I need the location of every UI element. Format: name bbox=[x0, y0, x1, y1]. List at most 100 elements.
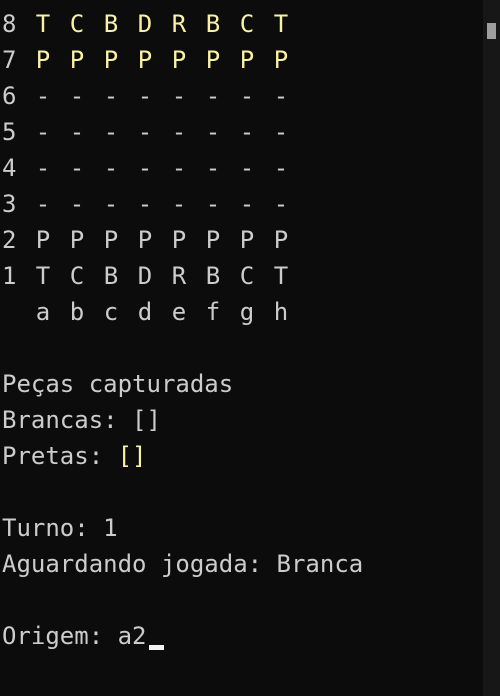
board-empty-square: - bbox=[239, 154, 255, 182]
captured-heading: Peças capturadas bbox=[2, 370, 234, 398]
rank-label: 6 bbox=[2, 82, 17, 110]
board-piece: P bbox=[205, 226, 221, 254]
board-empty-square: - bbox=[171, 82, 187, 110]
board-empty-square: - bbox=[69, 154, 85, 182]
board-empty-square: - bbox=[35, 154, 51, 182]
captured-white-line: Brancas: [] bbox=[2, 402, 482, 438]
board-empty-square: - bbox=[239, 118, 255, 146]
board-empty-square: - bbox=[103, 154, 119, 182]
board-piece: T bbox=[273, 262, 289, 290]
board-piece: D bbox=[137, 10, 153, 38]
board-empty-square: - bbox=[171, 190, 187, 218]
rank-label: 7 bbox=[2, 46, 17, 74]
board-piece: P bbox=[35, 46, 51, 74]
board-piece: P bbox=[103, 46, 119, 74]
file-label: g bbox=[239, 298, 255, 326]
board-piece: P bbox=[171, 226, 187, 254]
file-label: d bbox=[137, 298, 153, 326]
board-piece: P bbox=[35, 226, 51, 254]
prompt-input-value[interactable]: a2 bbox=[118, 622, 147, 650]
board-piece: C bbox=[69, 262, 85, 290]
rank-label: 5 bbox=[2, 118, 17, 146]
file-label: f bbox=[205, 298, 221, 326]
board-piece: B bbox=[103, 262, 119, 290]
rank-label: 8 bbox=[2, 10, 17, 38]
text-cursor bbox=[148, 645, 164, 650]
board-piece: P bbox=[273, 226, 289, 254]
board-file-labels: abcdefgh bbox=[2, 294, 482, 330]
board-empty-square: - bbox=[273, 154, 289, 182]
board-empty-square: - bbox=[137, 118, 153, 146]
board-piece: T bbox=[35, 10, 51, 38]
board-empty-square: - bbox=[171, 154, 187, 182]
board-piece: T bbox=[35, 262, 51, 290]
captured-white-list: [] bbox=[132, 406, 161, 434]
board-piece: R bbox=[171, 262, 187, 290]
board-rank-row: 7PPPPPPPP bbox=[2, 42, 482, 78]
terminal-output: 8TCBDRBCT7PPPPPPPP6--------5--------4---… bbox=[2, 6, 482, 654]
board-empty-square: - bbox=[35, 82, 51, 110]
board-rank-row: 5-------- bbox=[2, 114, 482, 150]
board-empty-square: - bbox=[35, 118, 51, 146]
board-empty-square: - bbox=[205, 82, 221, 110]
board-piece: P bbox=[205, 46, 221, 74]
board-piece: P bbox=[239, 46, 255, 74]
board-piece: P bbox=[69, 226, 85, 254]
captured-black-label: Pretas: bbox=[2, 442, 118, 470]
board-empty-square: - bbox=[273, 82, 289, 110]
board-piece: D bbox=[137, 262, 153, 290]
board-empty-square: - bbox=[69, 82, 85, 110]
board-empty-square: - bbox=[137, 154, 153, 182]
board-rank-row: 2PPPPPPPP bbox=[2, 222, 482, 258]
board-empty-square: - bbox=[205, 190, 221, 218]
board-piece: B bbox=[103, 10, 119, 38]
board-empty-square: - bbox=[137, 82, 153, 110]
captured-black-list: [] bbox=[117, 442, 147, 470]
vertical-scrollbar[interactable] bbox=[483, 0, 500, 696]
board-rank-row: 4-------- bbox=[2, 150, 482, 186]
board-empty-square: - bbox=[171, 118, 187, 146]
scrollbar-thumb[interactable] bbox=[487, 23, 496, 39]
rank-label: 1 bbox=[2, 262, 17, 290]
turn-status: Turno: 1 bbox=[2, 514, 118, 542]
file-label: b bbox=[69, 298, 85, 326]
board-empty-square: - bbox=[103, 118, 119, 146]
board-empty-square: - bbox=[103, 82, 119, 110]
board-empty-square: - bbox=[239, 82, 255, 110]
board-piece: P bbox=[137, 46, 153, 74]
file-label: c bbox=[103, 298, 119, 326]
prompt-label: Origem: bbox=[2, 622, 118, 650]
board-piece: C bbox=[239, 262, 255, 290]
file-label: a bbox=[35, 298, 51, 326]
board-empty-square: - bbox=[69, 118, 85, 146]
captured-white-label: Brancas: bbox=[2, 406, 133, 434]
board-rank-row: 3-------- bbox=[2, 186, 482, 222]
board-empty-square: - bbox=[205, 118, 221, 146]
board-empty-square: - bbox=[69, 190, 85, 218]
board-piece: P bbox=[273, 46, 289, 74]
board-rank-row: 6-------- bbox=[2, 78, 482, 114]
board-piece: P bbox=[239, 226, 255, 254]
input-prompt[interactable]: Origem: a2 bbox=[2, 618, 482, 654]
board-piece: C bbox=[69, 10, 85, 38]
board-piece: B bbox=[205, 10, 221, 38]
file-label: h bbox=[273, 298, 289, 326]
board-rank-row: 1TCBDRBCT bbox=[2, 258, 482, 294]
board-empty-square: - bbox=[35, 190, 51, 218]
board-empty-square: - bbox=[205, 154, 221, 182]
board-empty-square: - bbox=[239, 190, 255, 218]
rank-label: 2 bbox=[2, 226, 17, 254]
board-piece: P bbox=[171, 46, 187, 74]
board-piece: P bbox=[137, 226, 153, 254]
board-piece: C bbox=[239, 10, 255, 38]
board-empty-square: - bbox=[103, 190, 119, 218]
waiting-status: Aguardando jogada: Branca bbox=[2, 550, 364, 578]
board-empty-square: - bbox=[137, 190, 153, 218]
board-rank-row: 8TCBDRBCT bbox=[2, 6, 482, 42]
rank-label: 4 bbox=[2, 154, 17, 182]
board-piece: P bbox=[69, 46, 85, 74]
chess-board: 8TCBDRBCT7PPPPPPPP6--------5--------4---… bbox=[2, 6, 482, 330]
